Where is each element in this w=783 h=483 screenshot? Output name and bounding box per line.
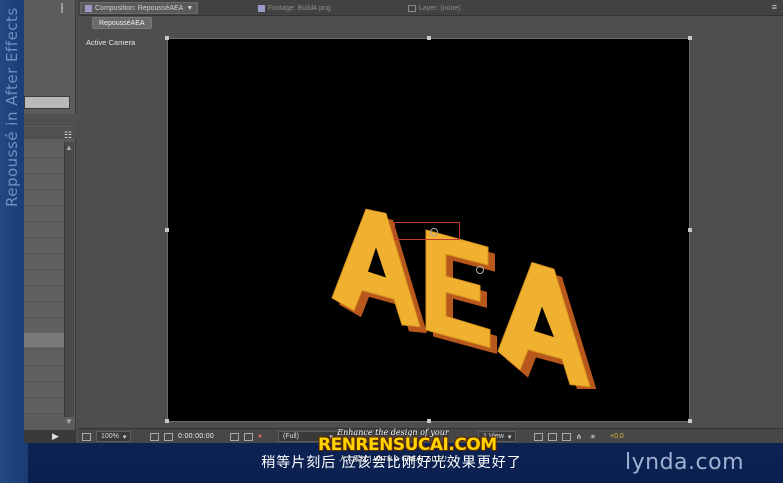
layer-icon	[408, 4, 416, 12]
show-snapshot-icon[interactable]	[244, 431, 253, 442]
mask-visibility-icon[interactable]	[164, 431, 173, 442]
resolution-value: (Full)	[283, 433, 299, 440]
corner-handle[interactable]	[688, 419, 692, 423]
fast-previews-icon[interactable]	[548, 431, 557, 442]
zoom-value: 100%	[101, 433, 119, 440]
search-field[interactable]	[24, 96, 70, 109]
scroll-up-icon[interactable]: ▲	[65, 143, 73, 152]
composition-viewer[interactable]	[165, 36, 692, 423]
lynda-logo: lynda.com	[625, 450, 745, 475]
scrollbar[interactable]	[64, 142, 74, 417]
panel-strip	[24, 114, 76, 126]
anchor-point-icon[interactable]	[430, 228, 438, 236]
comp-navigator-tab[interactable]: RepousséAEA	[92, 17, 152, 29]
reset-exposure-icon[interactable]: ✳	[590, 431, 596, 442]
corner-handle[interactable]	[165, 36, 169, 40]
panel-footer	[24, 430, 76, 443]
timeline-icon[interactable]	[562, 431, 571, 442]
layer-list[interactable]	[24, 142, 64, 417]
tab-composition[interactable]: Composition: RepousséAEA ▼	[80, 2, 199, 14]
snapshot-icon[interactable]	[230, 431, 239, 442]
scroll-down-icon[interactable]: ▼	[65, 417, 73, 426]
toggle-pixel-aspect-icon[interactable]	[534, 431, 543, 442]
layer-row-selected[interactable]	[24, 333, 64, 347]
exposure-value[interactable]: +0.0	[610, 431, 624, 442]
composition-icon	[85, 4, 92, 12]
viewer-tab-bar: Composition: RepousséAEA ▼ Footage: Buil…	[78, 0, 783, 16]
safe-zones-icon[interactable]	[150, 431, 159, 442]
extruded-3d-logo	[331, 208, 598, 389]
chevron-down-icon: ▾	[122, 433, 127, 441]
tab-composition-label: Composition: RepousséAEA	[95, 4, 184, 12]
footage-icon	[258, 4, 265, 12]
panel-grip-icon[interactable]	[61, 3, 71, 13]
edge-handle[interactable]	[688, 228, 692, 232]
edge-handle[interactable]	[427, 419, 431, 423]
exposure-text: +0.0	[610, 433, 624, 440]
tab-layer[interactable]: Layer: (none)	[408, 2, 461, 14]
tab-footage-label: Footage: Build4.png	[268, 4, 331, 12]
layer-bounding-box[interactable]	[394, 222, 460, 240]
anchor-point-icon[interactable]	[476, 266, 484, 274]
current-time-field[interactable]: 0:00:00:00	[178, 431, 214, 442]
play-icon[interactable]: ▶	[52, 431, 59, 442]
tab-footage[interactable]: Footage: Build4.png	[258, 2, 331, 14]
always-preview-icon[interactable]	[82, 431, 91, 442]
chevron-down-icon: ▾	[507, 433, 512, 441]
after-effects-window: ☷ ▲ ▼ ▶ Composition: RepousséAEA ▼ Foota…	[24, 0, 783, 443]
corner-handle[interactable]	[688, 36, 692, 40]
edge-handle[interactable]	[427, 36, 431, 40]
channel-icon[interactable]: ●	[258, 431, 262, 442]
magnification-select[interactable]: 100% ▾	[96, 431, 132, 442]
edge-handle[interactable]	[165, 228, 169, 232]
timeline-left-panel: ☷ ▲ ▼ ▶	[24, 0, 76, 443]
corner-handle[interactable]	[165, 419, 169, 423]
timecode: 0:00:00:00	[178, 433, 215, 440]
tab-layer-label: Layer: (none)	[419, 4, 461, 12]
active-camera-label: Active Camera	[86, 38, 136, 47]
flowchart-icon[interactable]: ⋔	[576, 431, 582, 442]
hierarchy-icon[interactable]: ☷	[64, 130, 72, 141]
panel-menu-icon[interactable]: ≡	[772, 2, 777, 12]
chevron-down-icon[interactable]: ▼	[186, 5, 193, 12]
